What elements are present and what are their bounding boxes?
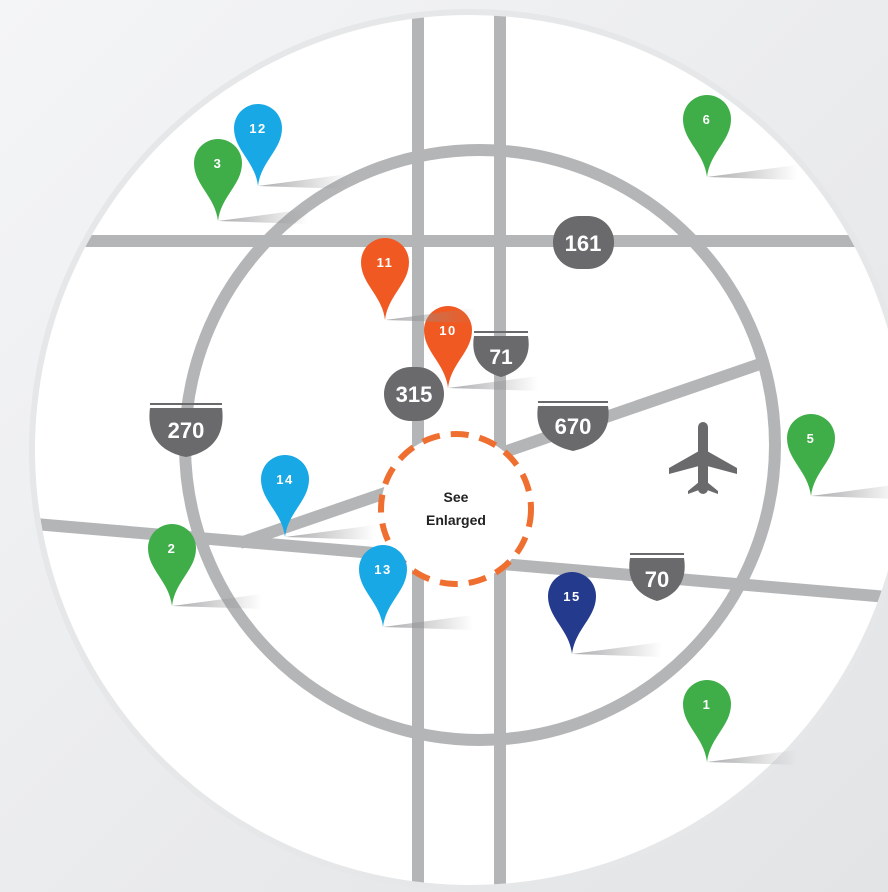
pin-number[interactable]: 11 xyxy=(377,255,394,270)
shield-label-670: 670 xyxy=(555,414,592,439)
pin-number[interactable]: 12 xyxy=(249,121,266,136)
route-badge-161: 161 xyxy=(553,216,614,269)
pin-number[interactable]: 15 xyxy=(563,589,580,604)
pin-number[interactable]: 3 xyxy=(214,156,223,171)
shield-label-71: 71 xyxy=(489,346,513,369)
route-badge-315: 315 xyxy=(384,367,444,421)
shield-label-270: 270 xyxy=(168,418,205,443)
route-label-161: 161 xyxy=(565,231,602,256)
map: See Enlarged 270 71 670 70 161 315 12356… xyxy=(29,9,888,891)
shield-label-70: 70 xyxy=(645,567,669,592)
pin-number[interactable]: 5 xyxy=(807,431,816,446)
pin-number[interactable]: 10 xyxy=(439,323,456,338)
pin-number[interactable]: 6 xyxy=(703,112,712,127)
pin-number[interactable]: 14 xyxy=(276,472,293,487)
pin-number[interactable]: 13 xyxy=(374,562,391,577)
enlarge-label-line2[interactable]: Enlarged xyxy=(426,512,486,528)
pin-number[interactable]: 1 xyxy=(703,697,712,712)
pin-number[interactable]: 2 xyxy=(168,541,177,556)
enlarge-label-line1[interactable]: See xyxy=(444,489,469,505)
route-label-315: 315 xyxy=(396,382,433,407)
